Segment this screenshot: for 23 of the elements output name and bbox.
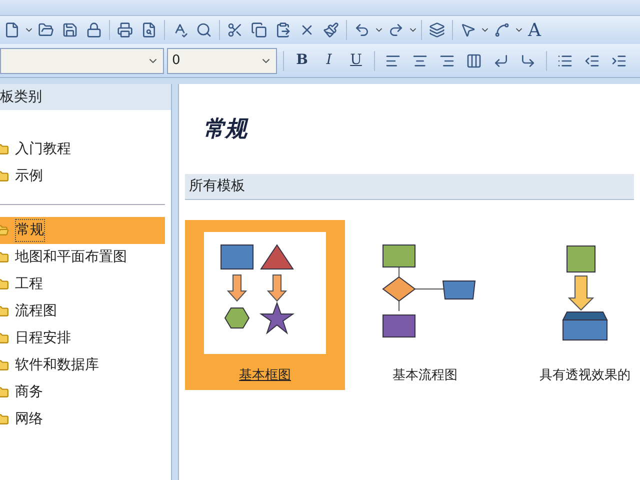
font-name-field[interactable] xyxy=(0,48,164,74)
category-item[interactable]: 流程图 xyxy=(0,298,165,325)
italic-button[interactable]: I xyxy=(317,50,341,71)
font-size-field[interactable]: 0 xyxy=(167,48,277,74)
category-item[interactable]: 网络 xyxy=(0,406,165,433)
category-item[interactable]: 常规 xyxy=(0,217,165,244)
category-item[interactable]: 地图和平面布置图 xyxy=(0,244,165,271)
category-item[interactable]: 日程安排 xyxy=(0,325,165,352)
template-tile[interactable]: 基本框图 xyxy=(185,220,345,390)
category-heading: 常规 xyxy=(203,116,247,144)
underline-button[interactable]: U xyxy=(344,50,368,71)
bold-button[interactable]: B xyxy=(290,50,314,71)
template-label: 基本流程图 xyxy=(392,367,458,385)
category-item[interactable]: 入门教程 xyxy=(0,136,171,163)
category-item[interactable]: 软件和数据库 xyxy=(0,352,165,379)
section-title: 所有模板 xyxy=(189,177,245,196)
category-item[interactable]: 示例 xyxy=(0,163,171,190)
category-item[interactable]: 工程 xyxy=(0,271,165,298)
template-label: 基本框图 xyxy=(239,367,291,385)
text-tool-button[interactable]: A xyxy=(528,16,541,44)
panel-title: 板类别 xyxy=(0,88,42,106)
template-label: 具有透视效果的 xyxy=(540,367,630,385)
category-item[interactable]: 商务 xyxy=(0,379,165,406)
